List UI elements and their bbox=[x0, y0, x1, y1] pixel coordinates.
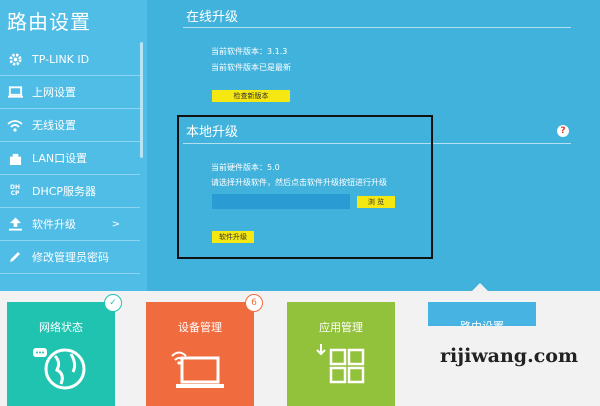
status-ok-badge: ✓ bbox=[104, 294, 122, 312]
wifi-icon bbox=[6, 116, 24, 134]
check-update-button[interactable]: 检查新版本 bbox=[212, 90, 290, 102]
watermark: rijiwang.com bbox=[440, 345, 579, 367]
version-status: 当前软件版本已是最新 bbox=[211, 63, 291, 72]
sidebar-item-lan[interactable]: LAN口设置 bbox=[0, 142, 140, 175]
sidebar-item-tplink-id[interactable]: TP-LINK ID bbox=[0, 43, 140, 76]
tile-label: 网络状态 bbox=[39, 321, 83, 334]
sidebar-item-label: LAN口设置 bbox=[32, 152, 88, 165]
sidebar-item-dhcp[interactable]: DH CP DHCP服务器 bbox=[0, 175, 140, 208]
apps-grid-icon bbox=[311, 342, 371, 392]
tile-device-management[interactable]: 设备管理 bbox=[146, 302, 254, 406]
globe-icon bbox=[31, 342, 91, 392]
laptop-icon bbox=[6, 83, 24, 101]
sidebar-item-internet[interactable]: 上网设置 bbox=[0, 76, 140, 109]
sidebar-item-label: DHCP服务器 bbox=[32, 185, 97, 198]
upload-icon bbox=[6, 215, 24, 233]
device-count-badge: 6 bbox=[245, 294, 263, 312]
sidebar-item-wireless[interactable]: 无线设置 bbox=[0, 109, 140, 142]
sidebar-item-label: 上网设置 bbox=[32, 86, 76, 99]
gear-icon bbox=[6, 50, 24, 68]
sidebar-scrollbar[interactable] bbox=[140, 42, 143, 158]
divider bbox=[183, 27, 571, 28]
app-title: 路由设置 bbox=[7, 10, 91, 34]
tile-label: 路由设置 bbox=[428, 318, 536, 326]
sidebar-item-label: 无线设置 bbox=[32, 119, 76, 132]
sidebar-item-label: TP-LINK ID bbox=[32, 52, 90, 66]
chevron-right-icon: > bbox=[111, 218, 120, 230]
online-upgrade-title: 在线升级 bbox=[186, 10, 239, 25]
sidebar-item-admin-password[interactable]: 修改管理员密码 bbox=[0, 241, 140, 274]
help-icon[interactable]: ? bbox=[557, 125, 569, 137]
tile-router-settings[interactable]: 路由设置 bbox=[428, 302, 536, 326]
dhcp-icon: DH CP bbox=[9, 184, 20, 197]
tile-network-status[interactable]: 网络状态 bbox=[7, 302, 115, 406]
sidebar-item-firmware-upgrade[interactable]: 软件升级 > bbox=[0, 208, 140, 241]
highlight-frame bbox=[177, 115, 433, 259]
tile-label: 应用管理 bbox=[319, 321, 363, 334]
tile-label: 设备管理 bbox=[178, 321, 222, 334]
current-software-version: 当前软件版本：3.1.3 bbox=[211, 47, 288, 56]
sidebar: 路由设置 TP-LINK ID 上网设置 无线设置 LAN口设置 DH CP DH… bbox=[0, 0, 147, 291]
sidebar-item-label: 修改管理员密码 bbox=[32, 251, 109, 264]
tile-app-management[interactable]: 应用管理 bbox=[287, 302, 395, 406]
active-tile-pointer bbox=[472, 283, 488, 291]
pencil-icon bbox=[6, 248, 24, 266]
laptop-wifi-icon bbox=[170, 342, 230, 392]
sidebar-item-label: 软件升级 bbox=[32, 218, 76, 231]
lan-port-icon bbox=[6, 149, 24, 167]
